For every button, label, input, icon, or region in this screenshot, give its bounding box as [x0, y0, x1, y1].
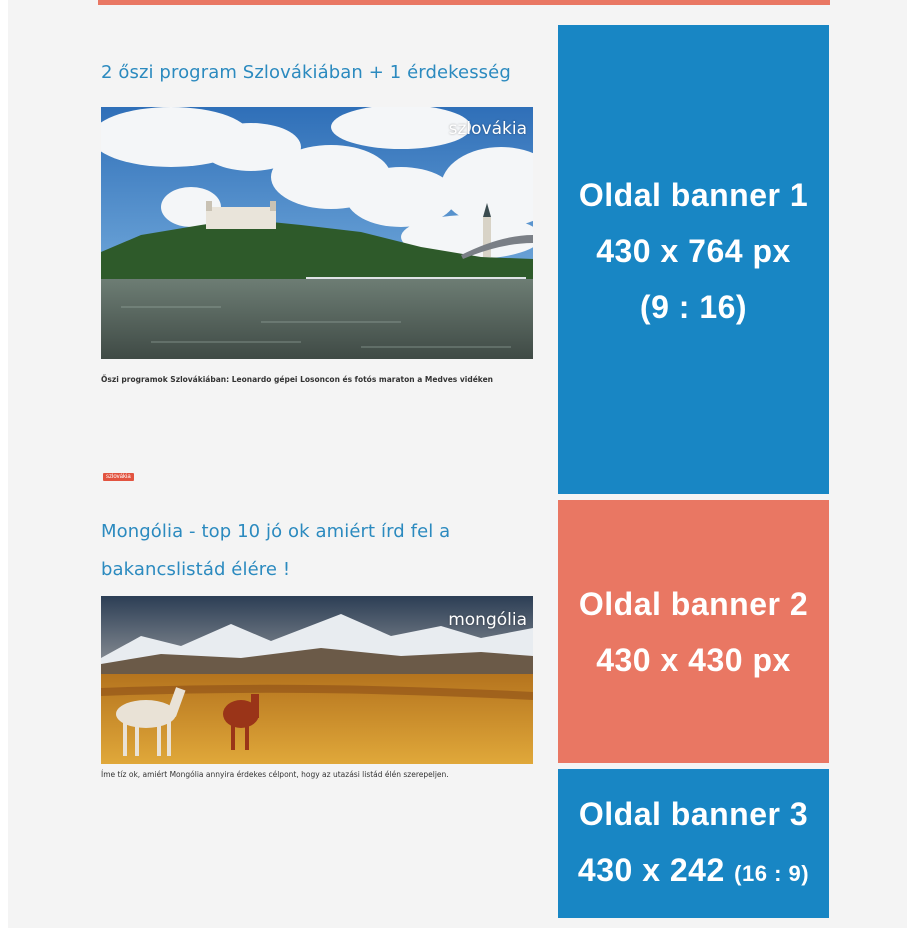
- side-banner-2[interactable]: Oldal banner 2 430 x 430 px: [558, 500, 829, 763]
- article-image-slovakia[interactable]: szlovákia: [101, 107, 533, 359]
- banner-1-size: 430 x 764 px: [596, 233, 791, 269]
- article-image-mongolia[interactable]: mongólia: [101, 596, 533, 764]
- article-caption-mongolia: Íme tíz ok, amiért Mongólia annyira érde…: [101, 770, 449, 779]
- banner-3-size-line: 430 x 242 (16 : 9): [578, 842, 809, 902]
- banner-1-title: Oldal banner 1: [578, 177, 809, 213]
- banner-3-size: 430 x 242: [577, 851, 725, 888]
- banner-3-title: Oldal banner 3: [578, 795, 809, 832]
- banner-3-ratio: (16 : 9): [734, 860, 810, 886]
- side-banner-1[interactable]: Oldal banner 1 430 x 764 px (9 : 16): [558, 25, 829, 494]
- banner-2-size: 430 x 430 px: [596, 641, 791, 678]
- article-title-mongolia[interactable]: Mongólia - top 10 jó ok amiért írd fel a…: [101, 513, 521, 589]
- top-accent-strip: [98, 0, 830, 5]
- banner-2-title: Oldal banner 2: [578, 585, 809, 622]
- bratislava-photo: [101, 107, 533, 359]
- article-caption-slovakia: Őszi programok Szlovákiában: Leonardo gé…: [101, 375, 494, 384]
- side-banner-3[interactable]: Oldal banner 3 430 x 242 (16 : 9): [558, 769, 829, 918]
- image-label-mongolia: mongólia: [448, 610, 527, 630]
- category-tag[interactable]: szlovákia: [103, 473, 134, 481]
- banner-1-ratio: (9 : 16): [639, 289, 748, 325]
- article-title-slovakia[interactable]: 2 őszi program Szlovákiában + 1 érdekess…: [101, 62, 511, 83]
- image-label-slovakia: szlovákia: [448, 119, 527, 139]
